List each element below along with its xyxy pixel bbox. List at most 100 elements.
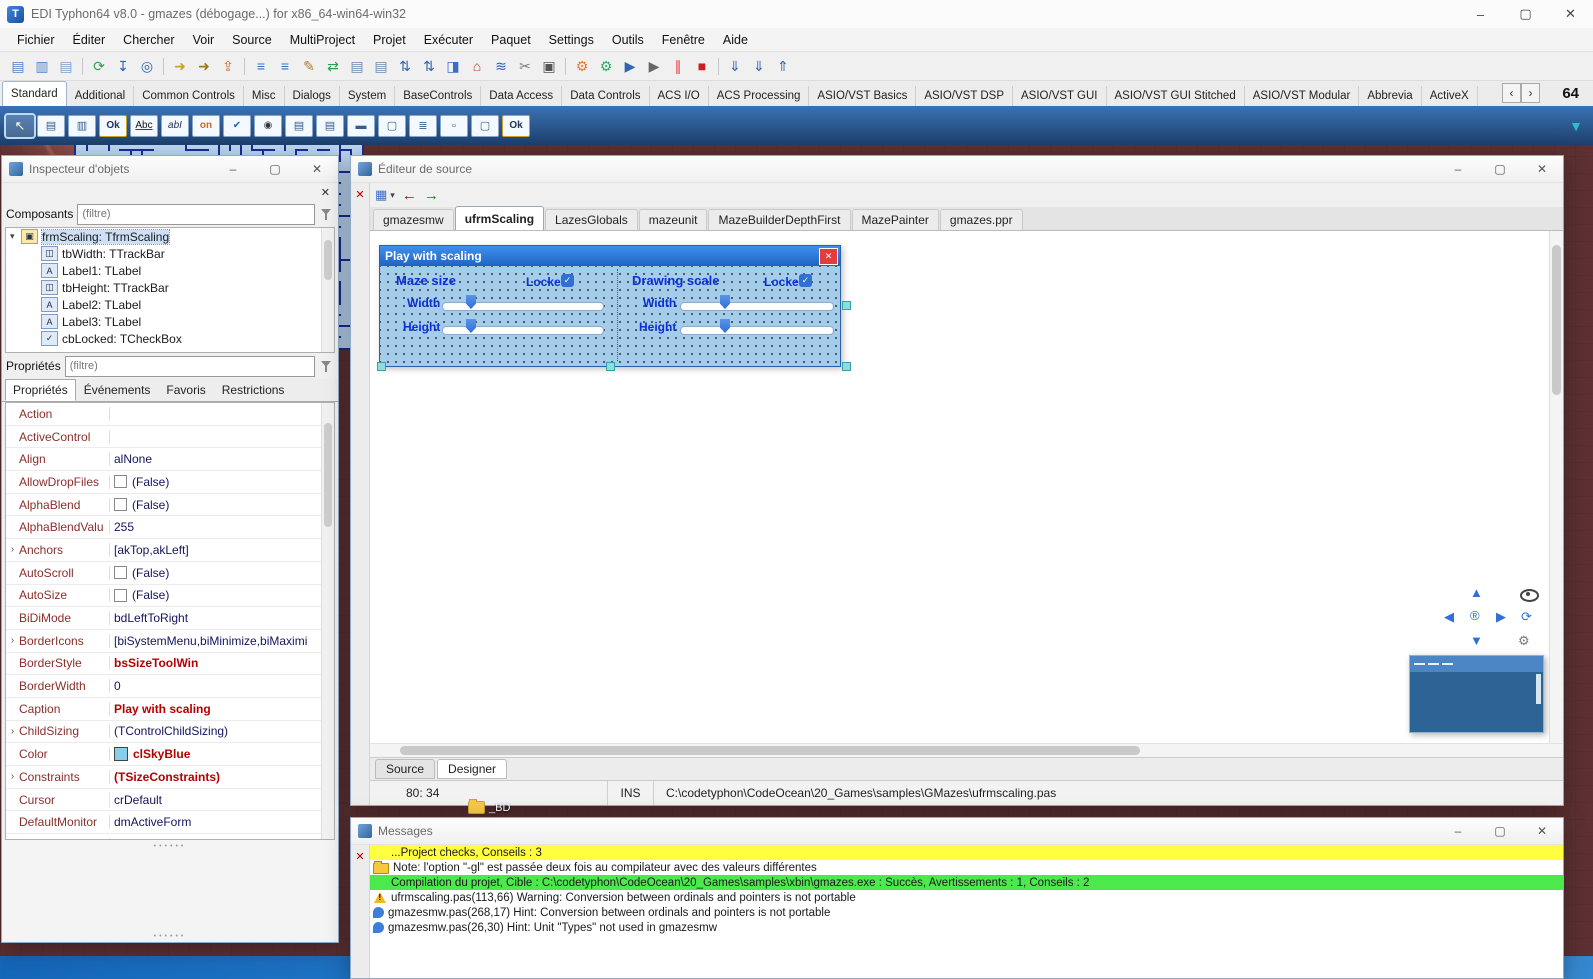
menu-item[interactable]: Éditer xyxy=(64,33,115,47)
toolbar-icon[interactable]: ▤ xyxy=(345,55,369,78)
tree-expander-icon[interactable] xyxy=(10,231,21,242)
palette-tab[interactable]: ASIO/VST GUI Stitched xyxy=(1107,86,1245,106)
minimize-button[interactable]: – xyxy=(1458,0,1503,28)
checkbox-icon[interactable] xyxy=(114,475,127,488)
property-value[interactable]: [biSystemMenu,biMinimize,biMaximi xyxy=(110,634,334,648)
property-value[interactable]: (False) xyxy=(110,498,334,512)
palette-tab[interactable]: ACS I/O xyxy=(650,86,709,106)
property-value[interactable]: 0 xyxy=(110,679,334,693)
designer-vertical-scrollbar[interactable] xyxy=(1549,231,1563,743)
tree-item[interactable]: ◫ tbHeight: TTrackBar xyxy=(6,279,334,296)
toolbar-icon[interactable]: ▤ xyxy=(369,55,393,78)
menu-item[interactable]: Fichier xyxy=(8,33,64,47)
toolbar-icon[interactable]: ⇓ xyxy=(747,55,771,78)
inspector-tab[interactable]: Propriétés xyxy=(5,379,76,401)
designer-horizontal-scrollbar[interactable] xyxy=(370,743,1563,757)
tree-item[interactable]: A Label2: TLabel xyxy=(6,296,334,313)
palette-tab[interactable]: Data Access xyxy=(481,86,562,106)
message-line[interactable]: Compilation du projet, Cible : C:\codety… xyxy=(370,875,1563,890)
menu-item[interactable]: MultiProject xyxy=(281,33,364,47)
checkbox-locked-left[interactable] xyxy=(561,274,574,287)
filter-icon[interactable] xyxy=(319,207,334,222)
property-row[interactable]: Align alNone xyxy=(6,448,334,471)
property-value[interactable]: (TControlChildSizing) xyxy=(110,724,334,738)
palette-tab[interactable]: System xyxy=(340,86,395,106)
property-row[interactable]: AutoScroll (False) xyxy=(6,562,334,585)
nav-down-icon[interactable]: ▼ xyxy=(1470,633,1483,648)
selection-handle[interactable] xyxy=(842,301,851,310)
palette-scroll-right-button[interactable]: › xyxy=(1521,83,1540,103)
property-value[interactable]: Play with scaling xyxy=(110,702,334,716)
toolbar-icon[interactable]: ⇓ xyxy=(723,55,747,78)
menu-item[interactable]: Aide xyxy=(714,33,757,47)
palette-scroll-left-button[interactable]: ‹ xyxy=(1502,83,1521,103)
palette-tab[interactable]: ASIO/VST GUI xyxy=(1013,86,1106,106)
minimize-button[interactable]: – xyxy=(212,156,254,182)
toolbar-icon[interactable]: ⚙ xyxy=(594,55,618,78)
splitter-handle[interactable] xyxy=(2,930,338,942)
component-palette-icon[interactable]: ▤ xyxy=(37,115,65,137)
splitter-handle[interactable] xyxy=(2,840,338,852)
property-value[interactable]: bdLeftToRight xyxy=(110,611,334,625)
components-filter-input[interactable] xyxy=(77,204,315,225)
property-value[interactable]: clSkyBlue xyxy=(110,747,334,761)
label-height-right[interactable]: Height xyxy=(639,320,676,334)
nav-center-icon[interactable]: ® xyxy=(1470,608,1480,623)
tree-item[interactable]: ✓ cbLocked: TCheckBox xyxy=(6,330,334,347)
toolbar-icon[interactable]: ≡ xyxy=(249,55,273,78)
property-value[interactable]: dmActiveForm xyxy=(110,815,334,829)
toolbar-icon[interactable]: ▤ xyxy=(6,55,30,78)
toolbar-icon[interactable] xyxy=(82,58,83,75)
property-row[interactable]: AlphaBlendValu 255 xyxy=(6,516,334,539)
property-value[interactable]: 255 xyxy=(110,520,334,534)
component-palette-icon[interactable]: Ok xyxy=(99,115,127,137)
chevron-down-icon[interactable]: ▾ xyxy=(390,190,395,201)
scrollbar-thumb[interactable] xyxy=(400,746,1140,755)
palette-tab[interactable]: ASIO/VST Modular xyxy=(1245,86,1360,106)
view-tab[interactable]: Designer xyxy=(437,759,507,779)
editor-titlebar[interactable]: Éditeur de source – ▢ ✕ xyxy=(351,156,1563,183)
checkbox-icon[interactable] xyxy=(114,566,127,579)
editor-tab[interactable]: gmazesmw xyxy=(373,209,454,230)
property-value[interactable]: (False) xyxy=(110,475,334,489)
toolbar-icon[interactable]: ■ xyxy=(690,55,714,78)
property-row[interactable]: Cursor crDefault xyxy=(6,789,334,812)
checkbox-icon[interactable] xyxy=(114,498,127,511)
toolbar-icon[interactable]: ▥ xyxy=(30,55,54,78)
toolbar-icon[interactable]: ✂ xyxy=(513,55,537,78)
property-row[interactable]: DesignTimePPI 96 xyxy=(6,834,334,840)
palette-tab[interactable]: BaseControls xyxy=(395,86,481,106)
property-expand-arrow[interactable] xyxy=(6,726,19,737)
toolbar-icon[interactable]: ▤ xyxy=(54,55,78,78)
label-height-left[interactable]: Height xyxy=(403,320,440,334)
toolbar-icon[interactable]: ✎ xyxy=(297,55,321,78)
menu-item[interactable]: Settings xyxy=(540,33,603,47)
editor-tab[interactable]: ufrmScaling xyxy=(455,206,544,230)
form-body[interactable]: Maze size Locked Drawing scale Locked Wi… xyxy=(380,266,840,366)
toolbar-icon[interactable]: ⚙ xyxy=(570,55,594,78)
menu-item[interactable]: Voir xyxy=(184,33,224,47)
label-maze-size[interactable]: Maze size xyxy=(396,273,456,288)
tree-item[interactable]: ▣ frmScaling: TfrmScaling xyxy=(6,228,334,245)
toolbar-icon[interactable]: ≡ xyxy=(273,55,297,78)
tree-scrollbar[interactable] xyxy=(321,228,334,352)
palette-tab[interactable]: ASIO/VST DSP xyxy=(916,86,1013,106)
close-button[interactable]: ✕ xyxy=(1548,0,1593,28)
label-drawing-scale[interactable]: Drawing scale xyxy=(632,273,719,288)
selection-handle[interactable] xyxy=(606,362,615,371)
component-palette-icon[interactable]: abI xyxy=(161,115,189,137)
palette-tab[interactable]: Abbrevia xyxy=(1359,86,1421,106)
mini-window-preview[interactable] xyxy=(1409,655,1544,733)
inspector-titlebar[interactable]: Inspecteur d'objets – ▢ ✕ xyxy=(2,156,338,183)
inspector-tab[interactable]: Restrictions xyxy=(214,379,293,401)
menu-item[interactable]: Outils xyxy=(603,33,653,47)
palette-overflow-icon[interactable]: ▼ xyxy=(1569,118,1583,134)
toolbar-icon[interactable]: ⇑ xyxy=(771,55,795,78)
toolbar-icon[interactable]: ⇪ xyxy=(216,55,240,78)
component-palette-icon[interactable]: ▢ xyxy=(378,115,406,137)
property-value[interactable]: (TSizeConstraints) xyxy=(110,770,334,784)
component-palette-icon[interactable]: Abc xyxy=(130,115,158,137)
toolbar-icon[interactable] xyxy=(244,58,245,75)
toolbar-icon[interactable] xyxy=(163,58,164,75)
filter-icon[interactable] xyxy=(319,359,334,374)
